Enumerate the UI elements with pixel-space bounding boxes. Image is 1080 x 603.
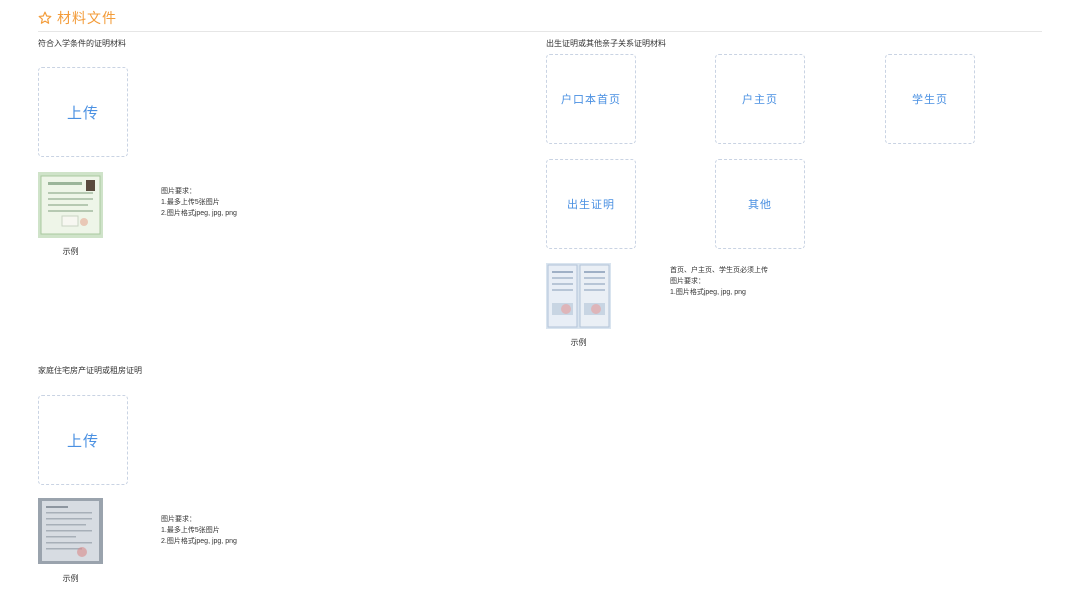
requirement-line: 图片要求： [670,278,705,285]
example-label: 示例 [62,247,79,256]
other-upload[interactable]: 其他 [715,159,805,249]
section-header: 材料文件 [38,9,1042,32]
requirement-line: 图片要求： [161,188,196,195]
property-certificate-thumbnail [38,498,103,564]
section-title: 材料文件 [57,10,117,26]
household-first-page-upload[interactable]: 户口本首页 [546,54,636,144]
requirement-line: 2.图片格式jpeg, jpg, png [161,538,237,545]
housing-requirements: 图片要求： 1.最多上传5张图片 2.图片格式jpeg, jpg, png [161,514,237,547]
requirement-line: 首页、户主页、学生页必须上传 [670,267,768,274]
housing-upload-button[interactable]: 上传 [38,395,128,485]
certificate-thumbnail [38,172,103,238]
housing-example-image[interactable] [38,498,103,564]
slot-label: 户口本首页 [561,94,621,106]
birth-requirements: 首页、户主页、学生页必须上传 图片要求： 1.图片格式jpeg, jpg, pn… [670,265,768,298]
upload-label: 上传 [66,432,99,450]
student-page-upload[interactable]: 学生页 [885,54,975,144]
slot-label: 学生页 [912,94,948,106]
slot-label: 户主页 [742,94,778,106]
requirement-line: 1.最多上传5张图片 [161,199,220,206]
example-label: 示例 [570,338,587,347]
birth-example-image[interactable] [546,263,611,329]
enrollment-requirements: 图片要求： 1.最多上传5张图片 2.图片格式jpeg, jpg, png [161,186,237,219]
enrollment-proof-label: 符合入学条件的证明材料 [38,39,126,48]
birth-certificate-upload[interactable]: 出生证明 [546,159,636,249]
requirement-line: 图片要求： [161,516,196,523]
housing-proof-label: 家庭住宅房产证明或租房证明 [38,366,142,375]
example-label: 示例 [62,574,79,583]
birth-proof-label: 出生证明或其他亲子关系证明材料 [546,39,666,48]
requirement-line: 1.最多上传5张图片 [161,527,220,534]
enrollment-example-image[interactable] [38,172,103,238]
requirement-line: 1.图片格式jpeg, jpg, png [670,289,746,296]
slot-label: 出生证明 [567,199,615,211]
requirement-line: 2.图片格式jpeg, jpg, png [161,210,237,217]
household-register-thumbnail [546,263,611,329]
enrollment-upload-button[interactable]: 上传 [38,67,128,157]
slot-label: 其他 [748,199,772,211]
star-outline-icon [38,11,52,24]
upload-label: 上传 [66,104,99,122]
householder-page-upload[interactable]: 户主页 [715,54,805,144]
